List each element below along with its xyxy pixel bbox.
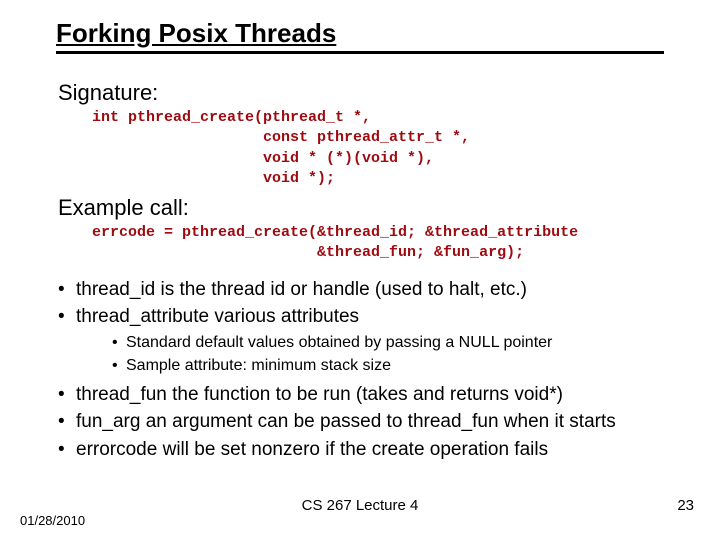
list-item: thread_id is the thread id or handle (us… (58, 278, 678, 302)
example-code: errcode = pthread_create(&thread_id; &th… (92, 223, 678, 264)
signature-heading: Signature: (58, 80, 678, 106)
footer-page-number: 23 (677, 497, 694, 514)
footer-date: 01/28/2010 (20, 513, 85, 528)
list-item-text: thread_attribute various attributes (76, 306, 359, 327)
signature-code: int pthread_create(pthread_t *, const pt… (92, 108, 678, 189)
slide: Forking Posix Threads Signature: int pth… (0, 0, 720, 540)
slide-body: Signature: int pthread_create(pthread_t … (58, 80, 678, 466)
sub-list: Standard default values obtained by pass… (112, 333, 678, 377)
sub-list-item: Standard default values obtained by pass… (112, 333, 678, 354)
list-item: fun_arg an argument can be passed to thr… (58, 410, 678, 434)
list-item-text: thread_fun the function to be run (takes… (76, 384, 563, 405)
example-heading: Example call: (58, 195, 678, 221)
bullet-list: thread_id is the thread id or handle (us… (58, 278, 678, 462)
list-item-text: thread_id is the thread id or handle (us… (76, 279, 527, 300)
list-item: thread_fun the function to be run (takes… (58, 383, 678, 407)
footer-lecture: CS 267 Lecture 4 (0, 497, 720, 514)
sub-list-item-text: Sample attribute: minimum stack size (126, 357, 391, 374)
sub-list-item-text: Standard default values obtained by pass… (126, 334, 552, 351)
title-bar: Forking Posix Threads (56, 18, 664, 54)
sub-list-item: Sample attribute: minimum stack size (112, 356, 678, 377)
list-item-text: fun_arg an argument can be passed to thr… (76, 411, 616, 432)
list-item: errorcode will be set nonzero if the cre… (58, 438, 678, 462)
list-item-text: errorcode will be set nonzero if the cre… (76, 439, 548, 460)
slide-title: Forking Posix Threads (56, 18, 336, 48)
list-item: thread_attribute various attributes Stan… (58, 305, 678, 376)
